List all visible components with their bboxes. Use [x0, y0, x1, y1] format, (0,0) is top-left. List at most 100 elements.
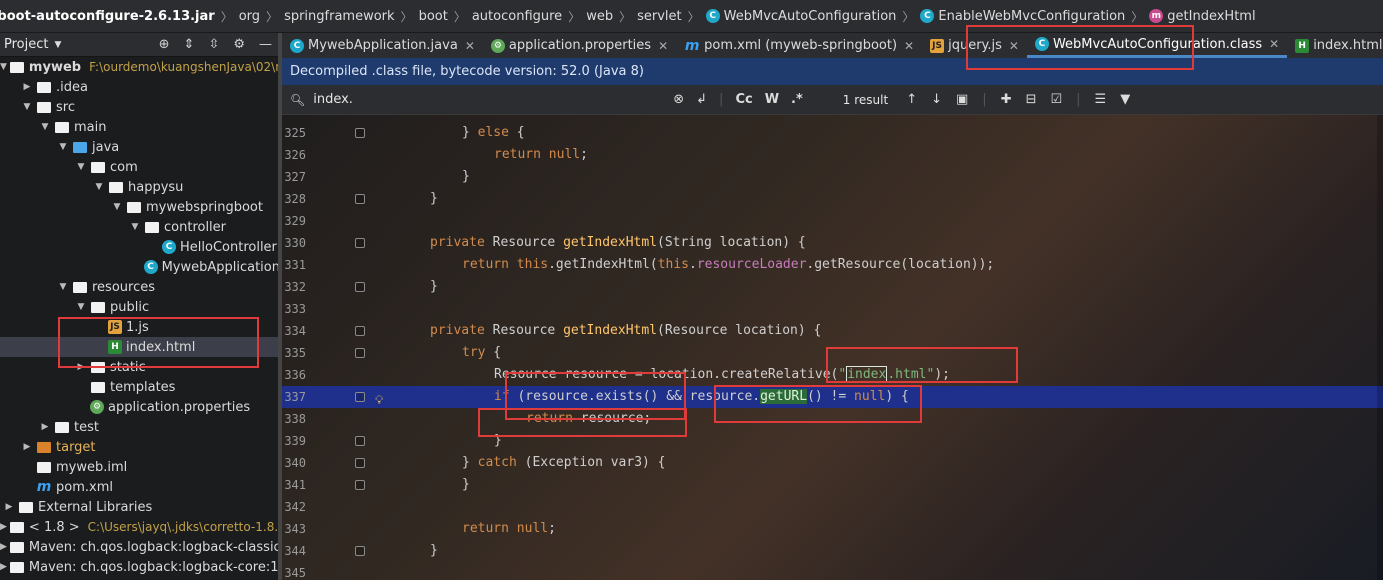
chevron-down-icon[interactable]: ▼	[56, 142, 70, 152]
code-line[interactable]: 328}	[282, 188, 1383, 210]
tree-item[interactable]: ▼ src	[0, 97, 280, 117]
code-line[interactable]: 341}	[282, 474, 1383, 496]
code-line[interactable]: 331 return this.getIndexHtml(this.resourc…	[282, 254, 1383, 276]
editor-tab[interactable]: Hindex.html✕	[1287, 33, 1383, 58]
chevron-down-icon[interactable]: ▼	[20, 102, 34, 112]
tree-item[interactable]: ▼ resources	[0, 277, 280, 297]
code-line[interactable]: 329	[282, 210, 1383, 232]
code-line[interactable]: 344}	[282, 540, 1383, 562]
fold-marker-icon[interactable]	[355, 436, 365, 446]
tree-item[interactable]: ▶ Maven: ch.qos.logback:logback-core:1.2.…	[0, 557, 280, 577]
whole-words-button[interactable]: W	[765, 92, 779, 107]
minimize-icon[interactable]: —	[259, 37, 272, 52]
code-line[interactable]: 334 private Resource getIndexHtml(Resourc…	[282, 320, 1383, 342]
fold-marker-icon[interactable]	[355, 546, 365, 556]
clear-icon[interactable]: ⊗	[673, 92, 684, 107]
chevron-down-icon[interactable]: ▼	[110, 202, 124, 212]
fold-marker-icon[interactable]	[355, 326, 365, 336]
code-line[interactable]: 340} catch (Exception var3) {	[282, 452, 1383, 474]
chevron-down-icon[interactable]: ▼	[74, 162, 88, 172]
fold-marker-icon[interactable]	[355, 392, 365, 402]
breadcrumb-item[interactable]: web	[586, 9, 613, 24]
previous-occurrence-icon[interactable]: ↑	[906, 92, 917, 107]
new-line-icon[interactable]: ↲	[696, 92, 707, 107]
project-panel-title[interactable]: Project	[4, 37, 48, 52]
code-line[interactable]: 333	[282, 298, 1383, 320]
close-icon[interactable]: ✕	[1269, 37, 1279, 51]
lightbulb-icon[interactable]: 💡︎	[375, 389, 387, 407]
tree-item[interactable]: ▶ < 1.8 > C:\Users\jayq\.jdks\corretto-1.8…	[0, 517, 280, 537]
breadcrumb-item[interactable]: autoconfigure	[472, 9, 562, 24]
tree-item[interactable]: ▶ Maven: ch.qos.logback:logback-classic:1…	[0, 537, 280, 557]
chevron-down-icon[interactable]: ▼	[54, 40, 61, 50]
regex-button[interactable]: .*	[791, 92, 803, 107]
chevron-down-icon[interactable]: ▼	[38, 122, 52, 132]
select-all-occurrences-icon[interactable]: ▣	[956, 92, 968, 107]
tree-item[interactable]: ▶ External Libraries	[0, 497, 280, 517]
next-occurrence-icon[interactable]: ↓	[931, 92, 942, 107]
chevron-right-icon[interactable]: ▶	[0, 562, 7, 572]
select-all-icon[interactable]: ☑	[1051, 92, 1063, 107]
breadcrumb-item[interactable]: org	[239, 9, 260, 24]
chevron-right-icon[interactable]: ▶	[2, 502, 16, 512]
editor-tab[interactable]: ⚙ application.properties ✕	[483, 33, 676, 58]
chevron-down-icon[interactable]: ▼	[56, 282, 70, 292]
tree-item[interactable]: templates	[0, 377, 280, 397]
fold-marker-icon[interactable]	[355, 238, 365, 248]
editor-tab[interactable]: C MywebApplication.java ✕	[282, 33, 483, 58]
search-input[interactable]: index.	[313, 92, 673, 107]
vertical-scrollbar[interactable]	[1377, 115, 1383, 580]
editor-tab[interactable]: m pom.xml (myweb-springboot) ✕	[676, 33, 922, 58]
tree-item[interactable]: C MywebApplication	[0, 257, 280, 277]
fold-marker-icon[interactable]	[355, 194, 365, 204]
code-line[interactable]: 327}	[282, 166, 1383, 188]
tree-item[interactable]: C HelloController	[0, 237, 280, 257]
tree-item[interactable]: ▼ public	[0, 297, 280, 317]
tree-item[interactable]: m pom.xml	[0, 477, 280, 497]
chevron-down-icon[interactable]: ▼	[92, 182, 106, 192]
locate-icon[interactable]: ⊕	[159, 37, 170, 52]
breadcrumb-item[interactable]: m getIndexHtml	[1149, 9, 1256, 24]
tree-item[interactable]: ▼ mywebspringboot	[0, 197, 280, 217]
chevron-right-icon[interactable]: ▶	[0, 542, 7, 552]
remove-occurrence-icon[interactable]: ⊟	[1026, 92, 1037, 107]
tree-item[interactable]: ▶ .idea	[0, 77, 280, 97]
collapse-all-icon[interactable]: ⇳	[208, 37, 219, 52]
code-line[interactable]: 325} else {	[282, 122, 1383, 144]
code-line[interactable]: 345	[282, 562, 1383, 580]
match-case-button[interactable]: Cc	[735, 92, 752, 107]
filter-options-icon[interactable]: ☰	[1095, 92, 1107, 107]
fold-marker-icon[interactable]	[355, 348, 365, 358]
code-line[interactable]: 342	[282, 496, 1383, 518]
expand-all-icon[interactable]: ⇕	[184, 37, 195, 52]
search-icon[interactable]: 🔍︎	[290, 93, 305, 107]
breadcrumb-item[interactable]: servlet	[637, 9, 682, 24]
breadcrumb-item[interactable]: boot	[419, 9, 448, 24]
breadcrumb-item[interactable]: springframework	[284, 9, 394, 24]
chevron-right-icon[interactable]: ▶	[38, 422, 52, 432]
add-occurrence-icon[interactable]: ✚	[1001, 92, 1012, 107]
tree-item[interactable]: ▼ happysu	[0, 177, 280, 197]
code-line[interactable]: 326 return null;	[282, 144, 1383, 166]
tree-item[interactable]: ▶ target	[0, 437, 280, 457]
breadcrumb-item[interactable]: -boot-autoconfigure-2.6.13.jar	[0, 9, 215, 24]
tree-item[interactable]: ⚙ application.properties	[0, 397, 280, 417]
chevron-down-icon[interactable]: ▼	[0, 62, 7, 72]
fold-marker-icon[interactable]	[355, 128, 365, 138]
close-icon[interactable]: ✕	[658, 39, 668, 53]
code-line[interactable]: 332}	[282, 276, 1383, 298]
breadcrumb-item[interactable]: C EnableWebMvcConfiguration	[920, 9, 1125, 24]
close-icon[interactable]: ✕	[904, 39, 914, 53]
tree-item[interactable]: ▶ test	[0, 417, 280, 437]
gear-icon[interactable]: ⚙	[233, 37, 245, 52]
close-icon[interactable]: ✕	[465, 39, 475, 53]
code-line[interactable]: 330 private Resource getIndexHtml(String …	[282, 232, 1383, 254]
chevron-down-icon[interactable]: ▼	[128, 222, 142, 232]
chevron-right-icon[interactable]: ▶	[20, 82, 34, 92]
fold-marker-icon[interactable]	[355, 480, 365, 490]
tree-item[interactable]: ▼ myweb F:\ourdemo\kuangshenJava\02\my	[0, 57, 280, 77]
tree-item[interactable]: ▼ controller	[0, 217, 280, 237]
chevron-right-icon[interactable]: ▶	[20, 442, 34, 452]
chevron-right-icon[interactable]: ▶	[0, 522, 7, 532]
tree-item[interactable]: ▼ java	[0, 137, 280, 157]
